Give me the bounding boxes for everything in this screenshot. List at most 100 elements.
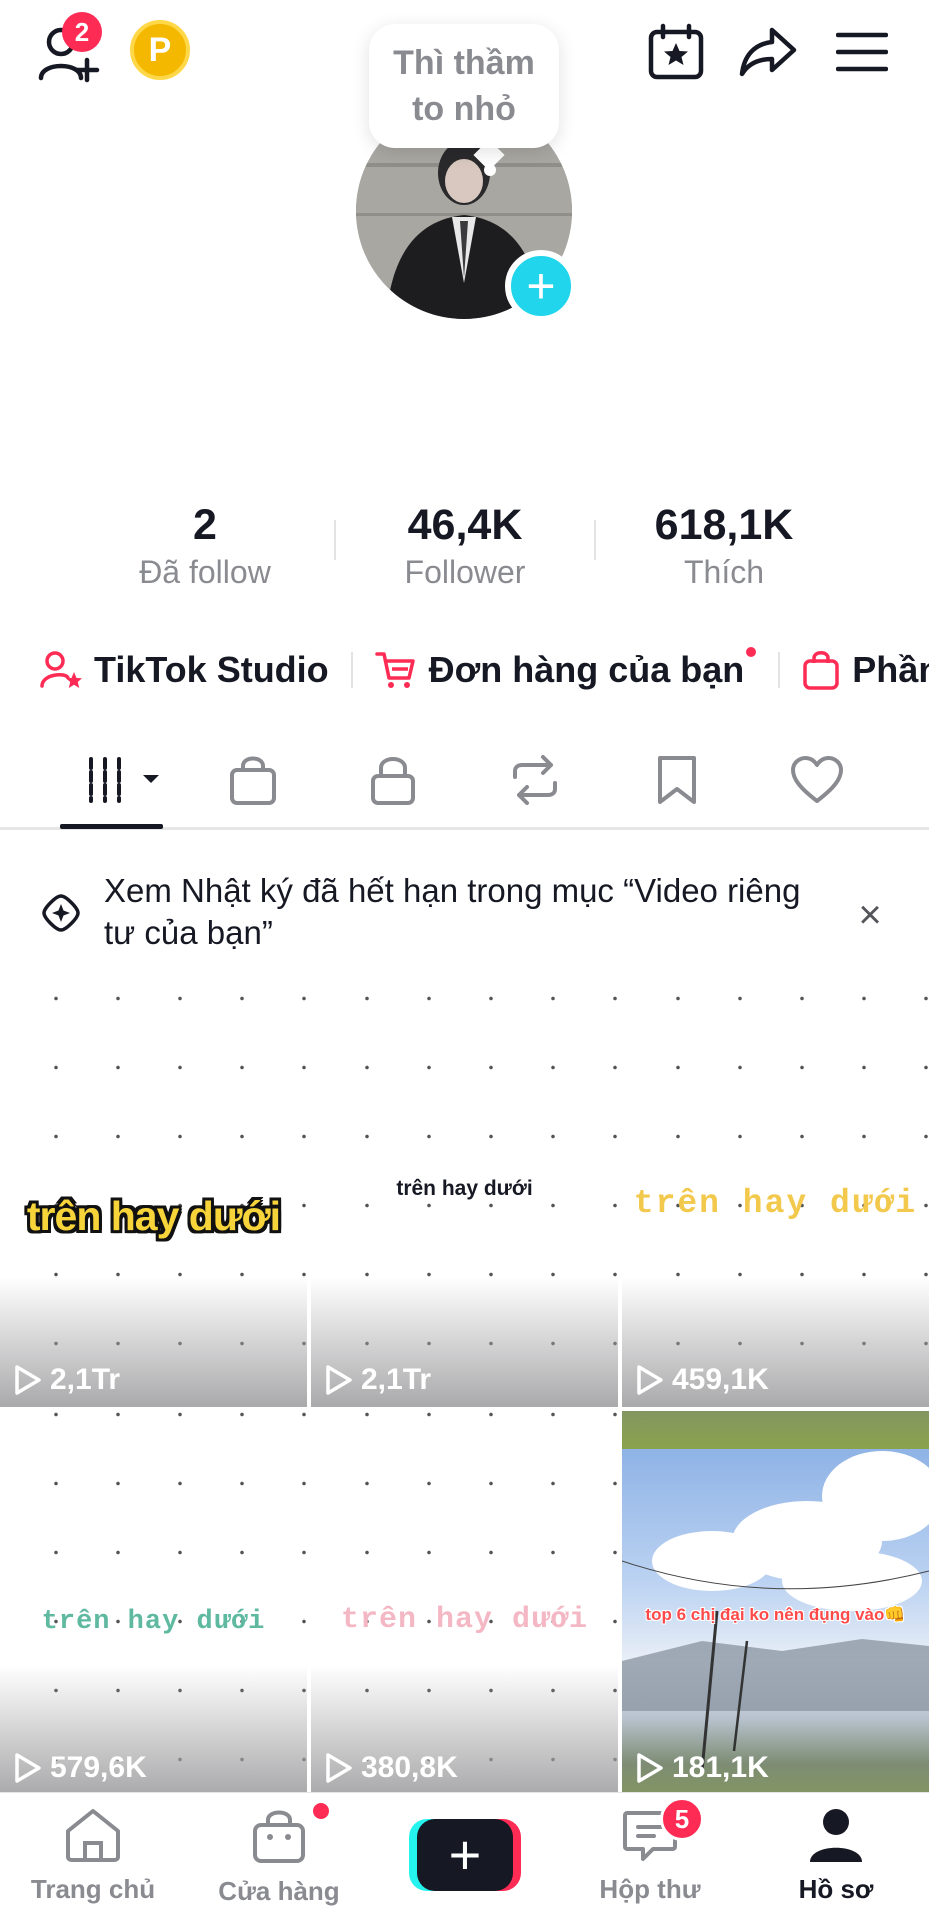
repost-icon [513,755,557,805]
play-icon [15,1753,41,1783]
play-icon [637,1753,663,1783]
view-count-value: 181,1K [672,1751,769,1784]
products-shortcut[interactable]: Phần [802,649,929,691]
nav-home[interactable]: Trang chủ [13,1807,173,1905]
cart-icon [374,652,415,688]
shop-notification-dot [311,1801,331,1821]
shortcut-divider [778,652,781,688]
coins-button[interactable]: P [130,20,190,80]
video-tile[interactable]: trên hay dưới 380,8K [311,1411,618,1795]
bubble-dot [484,164,496,176]
play-icon [326,1365,352,1395]
video-caption: trên hay dưới [340,1603,589,1637]
menu-button[interactable] [832,22,892,82]
shortcut-divider [350,652,353,688]
bottom-navigation: Trang chủ Cửa hàng + 5 Hộp thư Hồ sơ [0,1792,929,1920]
calendar-star-icon [648,23,704,80]
video-caption: top 6 chị đại ko nên đụng vào👊 [645,1605,906,1624]
create-button[interactable]: + [409,1819,521,1891]
stat-following-value: 2 [193,501,217,549]
tab-shop[interactable] [218,750,288,810]
video-caption: trên hay dưới [41,1607,266,1637]
person-star-icon [40,651,82,688]
play-icon [15,1365,41,1395]
hamburger-menu-icon [836,32,888,72]
view-count-value: 380,8K [361,1751,458,1784]
power-lines-illustration [622,1560,929,1772]
plus-icon: + [417,1819,513,1891]
view-count: 459,1K [636,1363,769,1397]
video-grid: trên hay dưới 2,1Tr trên hay dưới 2,1Tr … [0,995,929,1795]
view-count: 2,1Tr [14,1363,120,1397]
tiktok-studio-shortcut[interactable]: TikTok Studio [40,649,329,691]
profile-shortcuts: TikTok Studio Đơn hàng của bạn Phần [40,640,929,700]
calendar-button[interactable] [644,20,708,84]
stat-likes-label: Thích [683,554,765,590]
play-icon [637,1365,663,1395]
home-icon [66,1809,120,1862]
close-icon[interactable]: × [850,893,890,937]
view-count: 380,8K [325,1751,458,1785]
shopping-bag-icon [803,651,840,690]
stat-likes-value: 618,1K [654,501,794,549]
nav-shop[interactable]: Cửa hàng [199,1801,359,1907]
status-note-bubble[interactable]: Thì thầm to nhỏ [369,24,559,148]
orders-shortcut[interactable]: Đơn hàng của bạn [374,647,757,691]
video-caption: trên hay dưới [633,1185,918,1222]
stat-followers-value: 46,4K [407,501,523,549]
stat-divider [594,520,596,560]
status-note-line1: Thì thầm [393,44,535,82]
stat-followers-label: Follower [404,554,526,590]
video-tile[interactable]: top 6 chị đại ko nên đụng vào👊 181,1K [622,1411,929,1795]
add-story-button[interactable]: + [505,250,577,322]
notice-text: Xem Nhật ký đã hết hạn trong mục “Video … [104,872,801,951]
view-count-value: 2,1Tr [361,1363,432,1396]
share-icon [739,27,797,77]
nav-inbox[interactable]: 5 Hộp thư [570,1797,730,1905]
stat-following[interactable]: 2 Đã follow [105,500,305,594]
content-tabs [0,735,929,830]
nav-home-label: Trang chủ [30,1874,156,1904]
tab-favorites[interactable] [642,750,712,810]
stat-following-label: Đã follow [139,554,271,590]
share-profile-button[interactable] [736,20,800,84]
products-label: Phần [852,649,929,690]
video-tile[interactable]: trên hay dưới 459,1K [622,995,929,1407]
stat-followers[interactable]: 46,4K Follower [365,500,565,594]
tab-private[interactable] [358,750,428,810]
tab-reposts[interactable] [500,750,570,810]
stat-likes[interactable]: 618,1K Thích [624,500,824,594]
shopping-bag-icon [253,1810,305,1863]
view-count-value: 579,6K [50,1751,147,1784]
video-tile[interactable]: trên hay dưới 579,6K [0,1411,307,1795]
inbox-badge: 5 [660,1797,704,1841]
nav-profile-label: Hồ sơ [798,1874,874,1904]
video-caption: trên hay dưới [26,1193,281,1239]
shopping-bag-icon [230,756,276,805]
video-tile[interactable]: trên hay dưới 2,1Tr [0,995,307,1407]
stat-divider [334,520,336,560]
heart-icon [791,756,843,803]
view-count: 579,6K [14,1751,147,1785]
sparkle-icon [42,894,80,932]
video-tile[interactable]: trên hay dưới 2,1Tr [311,995,618,1407]
grid-icon [89,757,159,803]
view-count: 181,1K [636,1751,769,1785]
play-icon [326,1753,352,1783]
lock-icon [371,757,415,805]
video-caption: trên hay dưới [396,1177,533,1200]
expired-diary-notice[interactable]: Xem Nhật ký đã hết hạn trong mục “Video … [40,870,900,960]
profile-icon [810,1809,862,1862]
active-tab-indicator [60,824,163,829]
orders-notification-dot [746,647,757,657]
view-count: 2,1Tr [325,1363,431,1397]
view-count-value: 2,1Tr [50,1363,121,1396]
orders-label: Đơn hàng của bạn [428,649,745,690]
tab-videos[interactable] [78,750,168,810]
status-note-line2: to nhỏ [412,90,516,128]
tab-liked[interactable] [782,750,852,810]
nav-inbox-label: Hộp thư [599,1874,701,1904]
add-friends-button[interactable]: 2 [34,12,104,86]
add-friends-badge: 2 [62,12,102,52]
nav-profile[interactable]: Hồ sơ [756,1807,916,1905]
